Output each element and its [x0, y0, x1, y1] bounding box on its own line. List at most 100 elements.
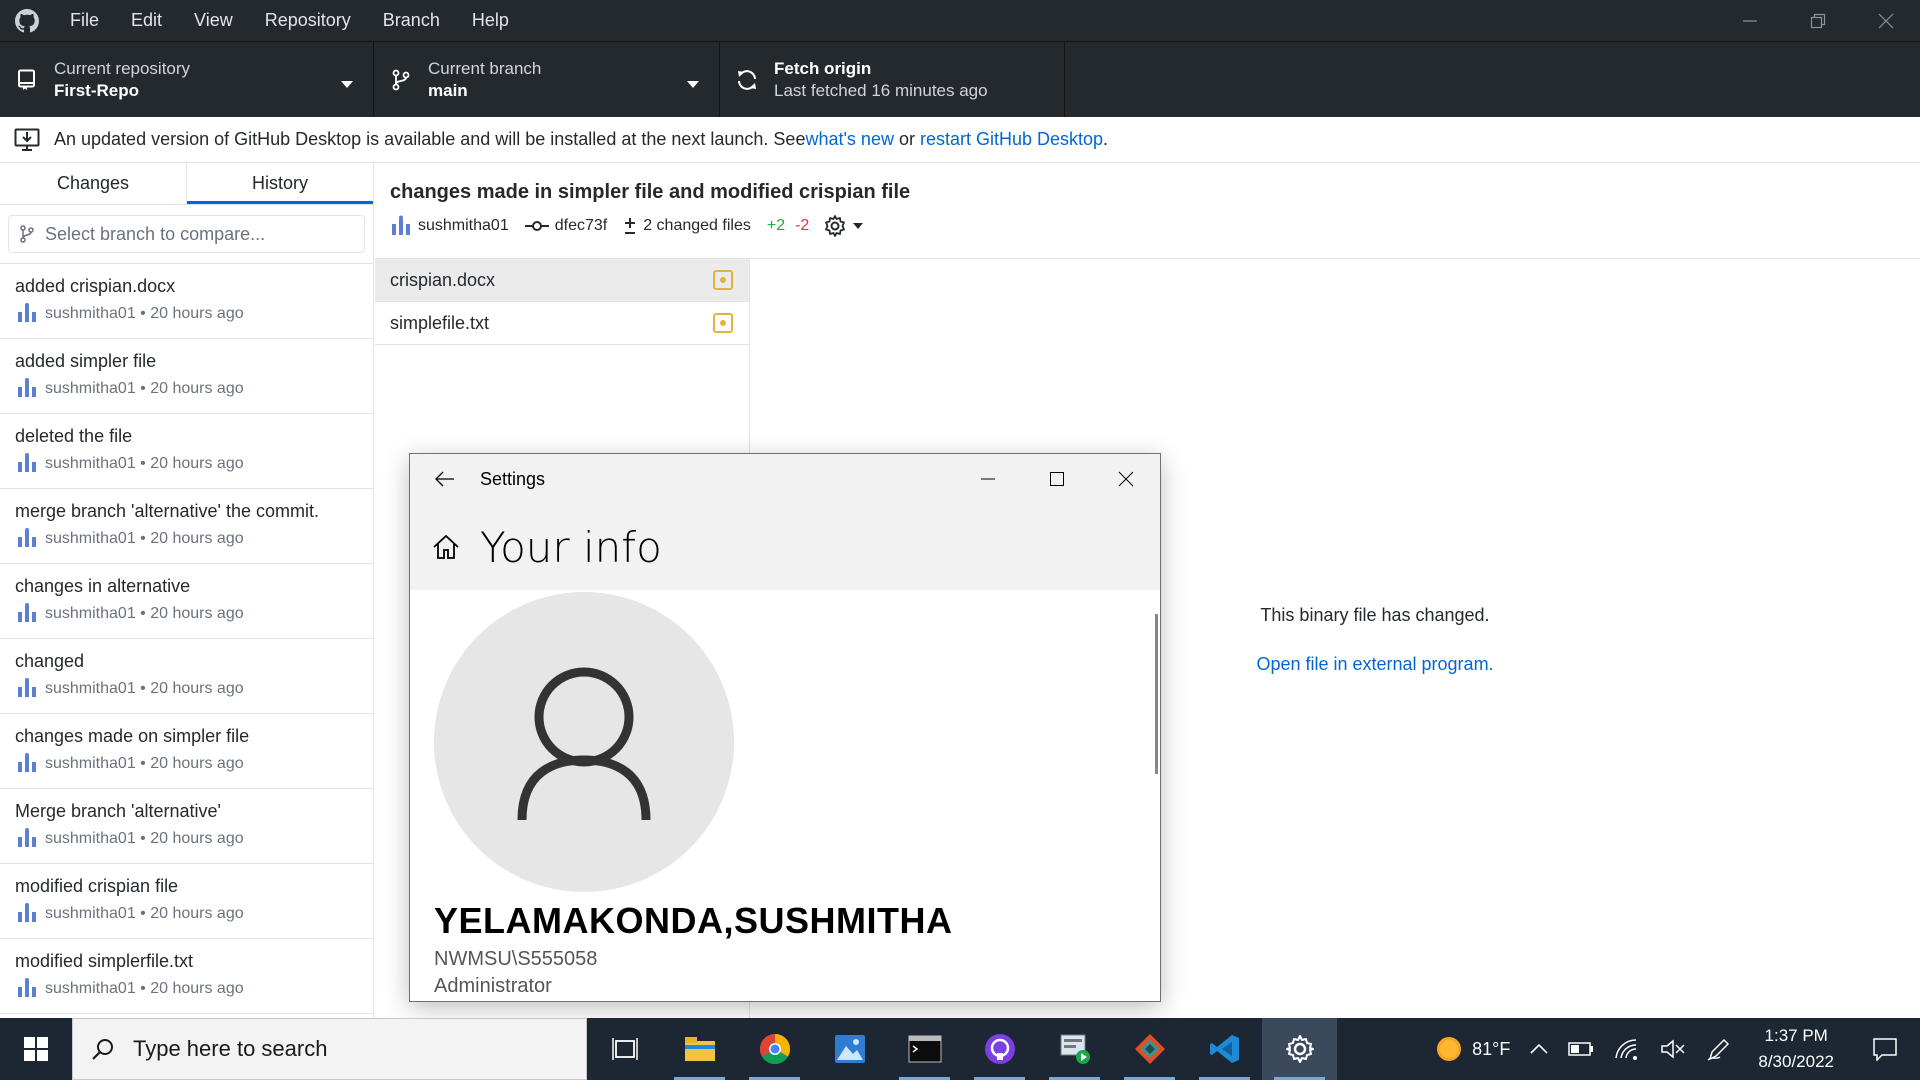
commit-meta: sushmitha01 • 20 hours ago: [45, 530, 244, 547]
show-hidden-icons-button[interactable]: [1520, 1018, 1558, 1080]
restart-link[interactable]: restart GitHub Desktop: [920, 129, 1103, 150]
minimize-icon: [980, 478, 995, 480]
list-item[interactable]: changes made on simpler file sushmitha01…: [0, 714, 373, 789]
avatar: [15, 902, 39, 926]
modified-icon: [713, 313, 733, 338]
close-button[interactable]: [1852, 0, 1920, 41]
network-button[interactable]: [1604, 1018, 1650, 1080]
search-icon: [91, 1037, 115, 1061]
menu-branch[interactable]: Branch: [367, 0, 456, 41]
diff-settings-button[interactable]: [823, 214, 869, 238]
minimize-button[interactable]: [1716, 0, 1784, 41]
back-button[interactable]: [410, 471, 480, 487]
user-avatar: [434, 592, 734, 892]
settings-minimize-button[interactable]: [953, 454, 1022, 504]
binary-changed-text: This binary file has changed.: [1260, 605, 1490, 625]
taskbar-git-app[interactable]: [1112, 1018, 1187, 1080]
windows-icon: [24, 1037, 48, 1061]
commit-meta: sushmitha01 • 20 hours ago: [45, 305, 244, 322]
pen-workspace-button[interactable]: [1696, 1018, 1742, 1080]
restore-button[interactable]: [1784, 0, 1852, 41]
branch-compare-placeholder: Select branch to compare...: [45, 223, 266, 244]
task-view-button[interactable]: [587, 1018, 662, 1080]
list-item[interactable]: merge branch 'alternative' the commit. s…: [0, 489, 373, 564]
avatar: [15, 302, 39, 326]
settings-maximize-button[interactable]: [1022, 454, 1091, 504]
commit-meta-bar: sushmitha01 dfec73f 2 changed files +2 -…: [390, 214, 1920, 238]
menu-view[interactable]: View: [178, 0, 249, 41]
list-item[interactable]: added crispian.docx sushmitha01 • 20 hou…: [0, 264, 373, 339]
fetch-origin-button[interactable]: Fetch origin Last fetched 16 minutes ago: [720, 42, 1065, 117]
list-item[interactable]: Merge branch 'alternative' sushmitha01 •…: [0, 789, 373, 864]
open-external-link[interactable]: Open file in external program.: [1150, 654, 1600, 675]
taskbar-terminal[interactable]: [887, 1018, 962, 1080]
chevron-down-icon: [687, 76, 699, 94]
taskbar-file-explorer[interactable]: [662, 1018, 737, 1080]
taskbar-vscode[interactable]: [1187, 1018, 1262, 1080]
banner-text: An updated version of GitHub Desktop is …: [54, 129, 806, 149]
start-button[interactable]: [0, 1018, 72, 1080]
current-branch-button[interactable]: Current branch main: [374, 42, 720, 117]
desktop-download-icon: [0, 128, 54, 152]
menu-edit[interactable]: Edit: [115, 0, 178, 41]
commit-list: added crispian.docx sushmitha01 • 20 hou…: [0, 263, 373, 1014]
list-item[interactable]: deleted the file sushmitha01 • 20 hours …: [0, 414, 373, 489]
taskbar-media-app[interactable]: [1037, 1018, 1112, 1080]
user-full-name: YELAMAKONDA,SUSHMITHA: [434, 900, 953, 941]
notifications-button[interactable]: [1850, 1018, 1920, 1080]
home-icon[interactable]: [432, 533, 460, 561]
commit-author: sushmitha01: [418, 217, 509, 234]
tab-changes[interactable]: Changes: [0, 163, 187, 204]
avatar: [392, 215, 410, 235]
lines-removed: -2: [795, 217, 810, 234]
file-item[interactable]: simplefile.txt: [375, 302, 749, 345]
list-item[interactable]: added simpler file sushmitha01 • 20 hour…: [0, 339, 373, 414]
taskbar-settings[interactable]: [1262, 1018, 1337, 1080]
list-item[interactable]: modified simplerfile.txt sushmitha01 • 2…: [0, 939, 373, 1014]
commit-summary: Merge branch 'alternative': [15, 801, 221, 821]
commit-sha[interactable]: dfec73f: [555, 217, 607, 235]
menu-help[interactable]: Help: [456, 0, 525, 41]
commit-summary: modified simplerfile.txt: [15, 951, 194, 971]
commit-meta: sushmitha01 • 20 hours ago: [45, 680, 244, 697]
current-repository-button[interactable]: Current repository First-Repo: [0, 42, 374, 117]
tab-history[interactable]: History: [187, 163, 373, 204]
commit-meta: sushmitha01 • 20 hours ago: [45, 980, 244, 997]
battery-button[interactable]: [1558, 1018, 1604, 1080]
file-item[interactable]: crispian.docx: [375, 259, 749, 302]
commit-summary: added crispian.docx: [15, 276, 176, 296]
commit-meta: sushmitha01 • 20 hours ago: [45, 830, 244, 847]
github-desktop-icon: [984, 1034, 1015, 1064]
whats-new-link[interactable]: what's new: [805, 129, 893, 150]
settings-close-button[interactable]: [1091, 454, 1160, 504]
toolbar: Current repository First-Repo Current br…: [0, 41, 1920, 117]
taskbar-github-desktop[interactable]: [962, 1018, 1037, 1080]
commit-summary: deleted the file: [15, 426, 133, 446]
branch-compare-input[interactable]: Select branch to compare...: [8, 215, 365, 253]
commit-meta: sushmitha01 • 20 hours ago: [45, 605, 244, 622]
scrollbar[interactable]: [1155, 614, 1158, 774]
file-name: simplefile.txt: [390, 312, 490, 333]
menu-file[interactable]: File: [54, 0, 115, 41]
list-item[interactable]: changes in alternative sushmitha01 • 20 …: [0, 564, 373, 639]
taskbar-clock[interactable]: 1:37 PM 8/30/2022: [1742, 1023, 1850, 1075]
weather-widget[interactable]: 81°F: [1424, 1018, 1520, 1080]
avatar: [15, 377, 39, 401]
diff-icon: [625, 218, 636, 234]
taskbar-chrome[interactable]: [737, 1018, 812, 1080]
repo-name: First-Repo: [54, 80, 139, 100]
commit-summary: modified crispian file: [15, 876, 179, 896]
list-item[interactable]: changed sushmitha01 • 20 hours ago: [0, 639, 373, 714]
list-item[interactable]: modified crispian file sushmitha01 • 20 …: [0, 864, 373, 939]
repo-icon: [0, 69, 54, 91]
taskbar-photos[interactable]: [812, 1018, 887, 1080]
volume-button[interactable]: [1650, 1018, 1696, 1080]
changed-files-count: 2 changed files: [643, 217, 751, 234]
task-view-icon: [611, 1038, 638, 1060]
restore-icon: [1810, 13, 1826, 28]
taskbar-search-input[interactable]: Type here to search: [72, 1018, 587, 1080]
fetch-label: Fetch origin: [774, 58, 872, 78]
taskbar: Type here to search 81°F 1:37 PM 8/30/20…: [0, 1018, 1920, 1080]
menu-repository[interactable]: Repository: [249, 0, 367, 41]
search-placeholder: Type here to search: [133, 1036, 328, 1061]
